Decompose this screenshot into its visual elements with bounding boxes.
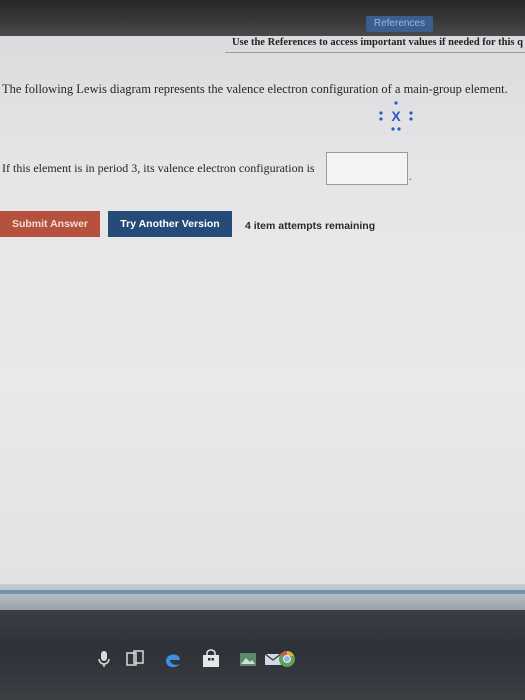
electron-dot (379, 117, 383, 121)
top-bar (0, 0, 525, 36)
edge-browser-icon[interactable] (162, 648, 184, 670)
electron-dot (409, 117, 413, 121)
electron-dot (409, 111, 413, 115)
electron-dot (394, 101, 398, 105)
question-text: If this element is in period 3, its vale… (2, 161, 315, 175)
answer-input[interactable] (326, 152, 408, 185)
lewis-diagram: X (379, 101, 413, 131)
screen-bottom-edge (0, 584, 525, 610)
sentence-period: . (409, 172, 412, 183)
references-link[interactable]: References (365, 16, 433, 32)
divider (225, 52, 525, 53)
electron-dot (379, 111, 383, 115)
store-icon[interactable] (200, 648, 222, 670)
microphone-icon[interactable] (93, 648, 115, 670)
references-note: Use the References to access important v… (232, 37, 523, 48)
submit-answer-button[interactable]: Submit Answer (0, 211, 100, 237)
question-prompt: The following Lewis diagram represents t… (2, 82, 508, 96)
element-symbol: X (391, 108, 401, 124)
electron-dot (397, 127, 401, 131)
photos-icon[interactable] (237, 648, 259, 670)
electron-dot (391, 127, 395, 131)
attempts-remaining: 4 item attempts remaining (245, 220, 376, 232)
task-view-icon[interactable] (124, 648, 146, 670)
screen-edge-line (0, 590, 525, 594)
chrome-icon[interactable] (276, 648, 298, 670)
try-another-version-button[interactable]: Try Another Version (108, 211, 232, 237)
